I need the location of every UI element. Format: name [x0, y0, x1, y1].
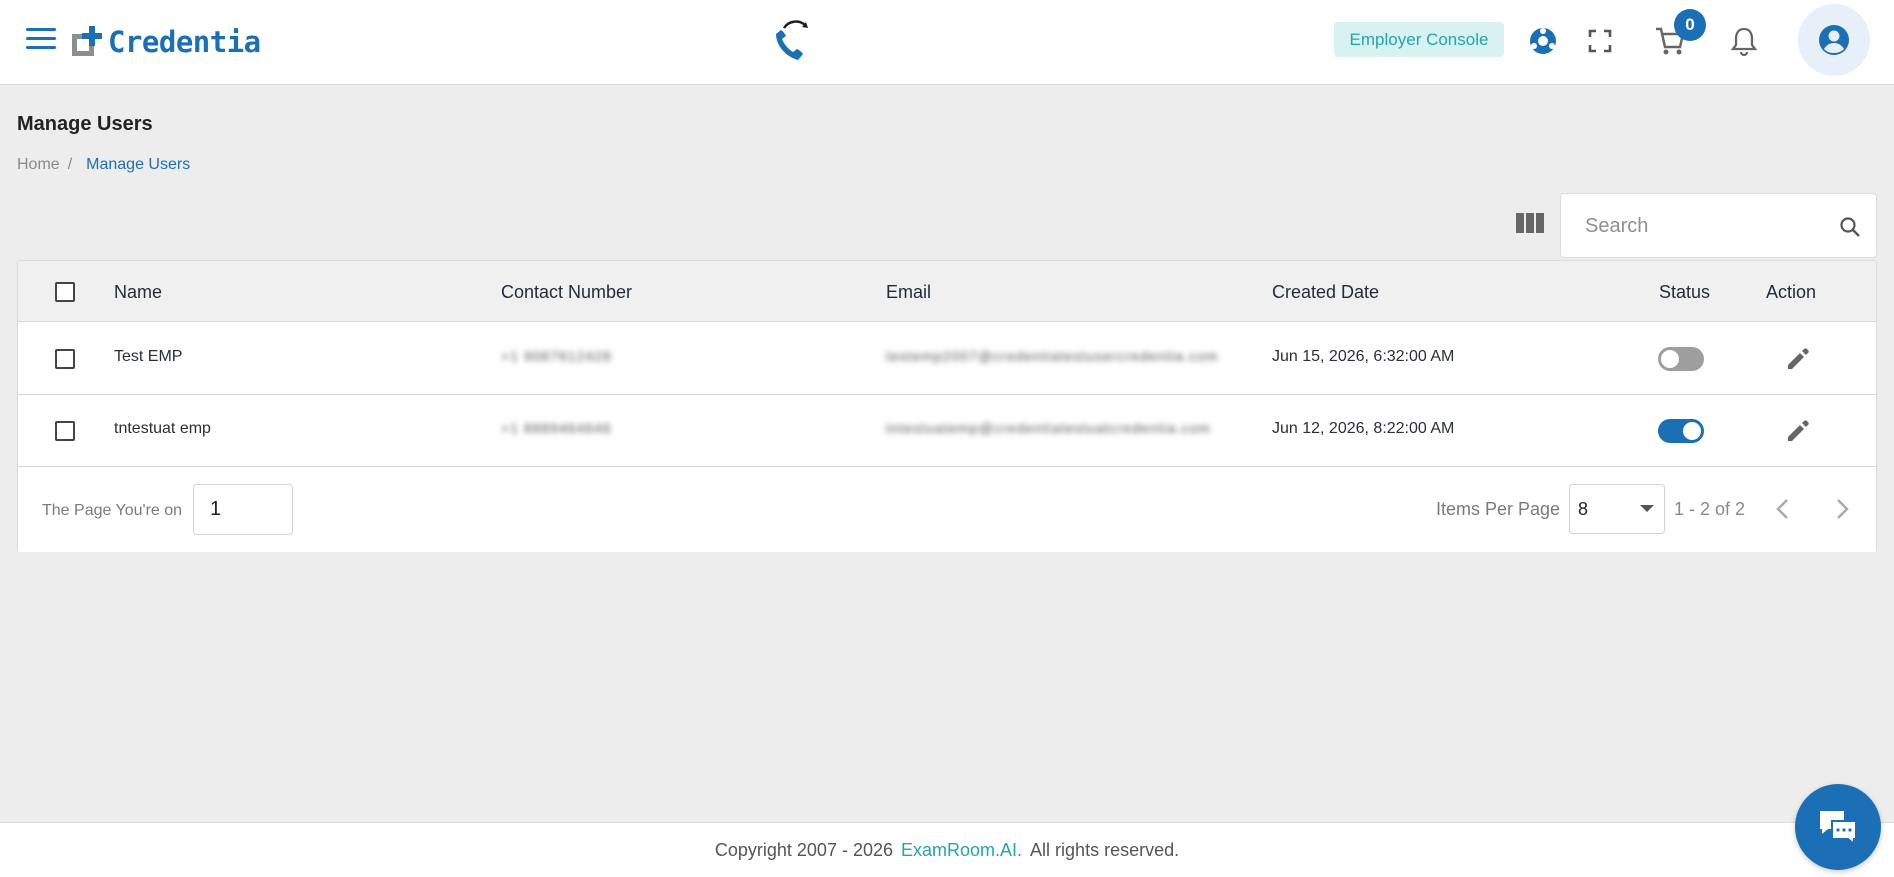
table-header: Name Contact Number Email Created Date S… — [18, 261, 1876, 322]
items-per-page-value: 8 — [1578, 499, 1589, 519]
column-header-action: Action — [1766, 282, 1817, 302]
items-per-page-select[interactable]: 8 — [1569, 484, 1665, 534]
cell-contact: +1 9087612428 — [501, 348, 612, 364]
edit-icon[interactable] — [1785, 346, 1811, 372]
status-toggle[interactable] — [1658, 347, 1704, 371]
chevron-right-icon[interactable] — [1829, 496, 1855, 522]
chevron-left-icon[interactable] — [1770, 496, 1796, 522]
footer-copyright: Copyright 2007 - 2026 — [714, 839, 893, 860]
page-title: Manage Users — [17, 113, 153, 135]
cell-contact: +1 8889464646 — [501, 420, 612, 436]
users-table-card: Name Contact Number Email Created Date S… — [17, 260, 1877, 552]
cell-created-date: Jun 15, 2026, 6:32:00 AM — [1272, 348, 1455, 365]
credentia-logo[interactable]: Credentia — [72, 22, 261, 62]
cart-count-badge: 0 — [1674, 9, 1706, 41]
user-avatar-button[interactable] — [1798, 4, 1870, 76]
chat-icon — [1820, 811, 1857, 847]
cell-name: tntestuat emp — [114, 420, 211, 437]
cell-name: Test EMP — [114, 348, 183, 365]
row-checkbox[interactable] — [55, 421, 75, 441]
breadcrumb-home[interactable]: Home — [17, 156, 60, 174]
edit-icon[interactable] — [1785, 418, 1811, 444]
search-icon[interactable] — [1839, 216, 1861, 238]
pagination-bar: The Page You're on Items Per Page 8 1 - … — [18, 468, 1876, 552]
employer-console-button[interactable]: Employer Console — [1334, 22, 1504, 57]
cell-email: testemp2007@credentiatestusercredentia.c… — [886, 348, 1219, 364]
columns-icon[interactable] — [1515, 212, 1545, 234]
cell-created-date: Jun 12, 2026, 8:22:00 AM — [1272, 420, 1455, 437]
footer-brand-link[interactable]: ExamRoom.AI. — [901, 840, 1022, 861]
row-checkbox[interactable] — [55, 349, 75, 369]
cell-email: tntestuatemp@credentiatestuatcredentia.c… — [886, 420, 1211, 436]
chevron-down-icon — [1640, 505, 1654, 512]
page-number-input[interactable] — [193, 484, 293, 535]
status-toggle[interactable] — [1658, 419, 1704, 443]
logo-text: Credentia — [108, 25, 261, 59]
headset-icon[interactable] — [770, 18, 818, 62]
menu-icon[interactable] — [26, 28, 56, 52]
user-circle-icon — [1819, 25, 1849, 55]
pagination-range: 1 - 2 of 2 — [1674, 499, 1746, 519]
column-header-status: Status — [1659, 282, 1711, 302]
column-header-created-date[interactable]: Created Date — [1272, 282, 1379, 303]
search-box — [1560, 193, 1877, 258]
globe-icon[interactable] — [1526, 24, 1560, 58]
fullscreen-icon[interactable] — [1583, 24, 1617, 58]
footer: Copyright 2007 - 2026 ExamRoom.AI. All r… — [0, 822, 1894, 877]
items-per-page-label: Items Per Page — [1436, 499, 1561, 519]
top-header: Credentia Employer Console 0 — [0, 0, 1894, 85]
table-row: tntestuat emp +1 8889464646 tntestuatemp… — [18, 395, 1876, 467]
footer-rights: All rights reserved. — [1030, 839, 1180, 860]
breadcrumb-current: Manage Users — [86, 156, 191, 173]
select-all-checkbox[interactable] — [55, 282, 75, 302]
column-header-email[interactable]: Email — [886, 282, 931, 303]
bell-icon[interactable] — [1727, 24, 1761, 58]
chat-button[interactable] — [1795, 784, 1881, 870]
column-header-name[interactable]: Name — [114, 282, 162, 303]
table-row: Test EMP +1 9087612428 testemp2007@crede… — [18, 323, 1876, 395]
breadcrumb-separator: / — [67, 156, 73, 173]
logo-mark — [72, 26, 104, 58]
breadcrumb: Home / Manage Users — [17, 156, 190, 174]
search-input[interactable] — [1585, 212, 1825, 240]
page-number-label: The Page You're on — [42, 502, 183, 519]
column-header-contact[interactable]: Contact Number — [501, 282, 632, 303]
